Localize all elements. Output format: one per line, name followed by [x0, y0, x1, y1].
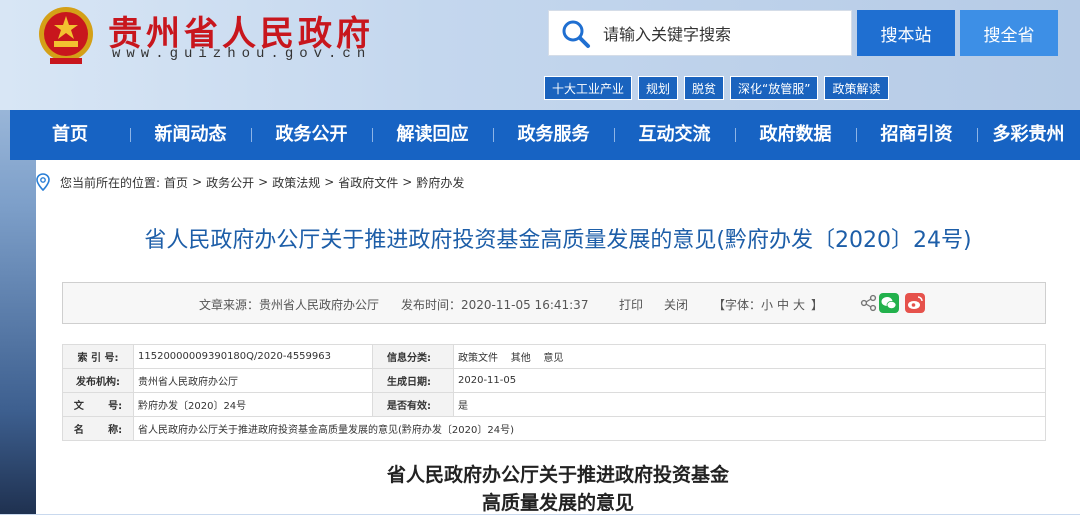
- nav-item-interact[interactable]: 互动交流: [614, 110, 735, 160]
- article-title: 省人民政府办公厅关于推进政府投资基金高质量发展的意见(黔府办发〔2020〕24号…: [144, 228, 972, 253]
- breadcrumb-separator: >: [258, 175, 269, 189]
- document-heading-line1: 省人民政府办公厅关于推进政府投资基金: [386, 464, 729, 486]
- category-label: 信息分类:: [372, 344, 454, 369]
- print-link[interactable]: 打印: [619, 296, 643, 313]
- document-info-table: 索 引 号: 11520000009390180Q/2020-4559963 信…: [62, 344, 1046, 441]
- breadcrumb-separator: >: [324, 175, 335, 189]
- weibo-share-icon[interactable]: [905, 293, 925, 313]
- wechat-share-icon[interactable]: [879, 293, 899, 313]
- national-emblem-icon[interactable]: [36, 4, 96, 68]
- search-icon: [562, 20, 590, 48]
- search-site-button[interactable]: 搜本站: [857, 10, 955, 56]
- font-size-label: 【字体：: [713, 298, 762, 312]
- article-publish-time: 发布时间：2020-11-05 16:41:37: [401, 298, 589, 312]
- date-value: 2020-11-05: [453, 368, 1046, 393]
- breadcrumb-qianfubanfa[interactable]: 黔府办发: [416, 174, 464, 191]
- article-meta-bar: 文章来源：贵州省人民政府办公厅 发布时间：2020-11-05 16:41:37…: [62, 282, 1046, 324]
- table-row: 文 号: 黔府办发〔2020〕24号 是否有效: 是: [62, 392, 1046, 417]
- table-row: 名 称: 省人民政府办公厅关于推进政府投资基金高质量发展的意见(黔府办发〔202…: [62, 416, 1046, 441]
- document-heading-line2: 高质量发展的意见: [481, 492, 634, 514]
- nav-item-investment[interactable]: 招商引资: [856, 110, 977, 160]
- org-label: 发布机构:: [62, 368, 134, 393]
- breadcrumb-home[interactable]: 首页: [164, 174, 188, 191]
- font-size-end: 】: [811, 298, 824, 312]
- index-label: 索 引 号:: [62, 344, 134, 369]
- breadcrumb-separator: >: [192, 175, 203, 189]
- close-link[interactable]: 关闭: [664, 296, 688, 313]
- breadcrumb-separator: >: [402, 175, 413, 189]
- index-value: 11520000009390180Q/2020-4559963: [133, 344, 373, 369]
- main-nav: 首页 新闻动态 政务公开 解读回应 政务服务 互动交流 政府数据 招商引资 多彩…: [10, 110, 1080, 160]
- hot-tag-industry[interactable]: 十大工业产业: [544, 76, 633, 100]
- search-province-button[interactable]: 搜全省: [960, 10, 1058, 56]
- name-value: 省人民政府办公厅关于推进政府投资基金高质量发展的意见(黔府办发〔2020〕24号…: [133, 416, 1046, 441]
- nav-item-gov-open[interactable]: 政务公开: [251, 110, 372, 160]
- table-row: 发布机构: 贵州省人民政府办公厅 生成日期: 2020-11-05: [62, 368, 1046, 393]
- hot-tag-reform[interactable]: 深化“放管服”: [730, 76, 819, 100]
- breadcrumb-province-docs[interactable]: 省政府文件: [338, 174, 398, 191]
- validity-value: 是: [453, 392, 1046, 417]
- org-value: 贵州省人民政府办公厅: [133, 368, 373, 393]
- content-panel: 您当前所在的位置: 首页 > 政务公开 > 政策法规 > 省政府文件 > 黔府办…: [36, 160, 1080, 514]
- nav-item-home[interactable]: 首页: [10, 110, 130, 160]
- nav-item-services[interactable]: 政务服务: [493, 110, 614, 160]
- share-icon[interactable]: [859, 293, 879, 313]
- location-pin-icon: [36, 173, 50, 191]
- name-label: 名 称:: [62, 416, 134, 441]
- search-box: [548, 10, 852, 57]
- nav-item-interpret[interactable]: 解读回应: [372, 110, 493, 160]
- date-label: 生成日期:: [372, 368, 454, 393]
- breadcrumb-gov-open[interactable]: 政务公开: [206, 174, 254, 191]
- breadcrumb: 您当前所在的位置: 首页 > 政务公开 > 政策法规 > 省政府文件 > 黔府办…: [36, 172, 464, 192]
- site-header: 贵州省人民政府 www.guizhou.gov.cn 搜本站 搜全省 十大工业产…: [0, 0, 1080, 110]
- article-source: 文章来源：贵州省人民政府办公厅: [199, 298, 380, 312]
- category-value: 政策文件 其他 意见: [453, 344, 1046, 369]
- hot-tags: 十大工业产业 规划 脱贫 深化“放管服” 政策解读: [544, 76, 889, 100]
- font-large-link[interactable]: 大: [793, 296, 805, 313]
- hot-tag-poverty[interactable]: 脱贫: [684, 76, 725, 100]
- font-medium-link[interactable]: 中: [777, 296, 789, 313]
- table-row: 索 引 号: 11520000009390180Q/2020-4559963 信…: [62, 344, 1046, 369]
- doc-number-value: 黔府办发〔2020〕24号: [133, 392, 373, 417]
- nav-item-colorful-guizhou[interactable]: 多彩贵州: [977, 110, 1080, 160]
- breadcrumb-prefix: 您当前所在的位置:: [60, 175, 161, 190]
- breadcrumb-policy[interactable]: 政策法规: [272, 174, 320, 191]
- site-url: www.guizhou.gov.cn: [112, 46, 372, 62]
- doc-number-label: 文 号:: [62, 392, 134, 417]
- nav-item-data[interactable]: 政府数据: [735, 110, 856, 160]
- hot-tag-policy[interactable]: 政策解读: [824, 76, 889, 100]
- validity-label: 是否有效:: [372, 392, 454, 417]
- search-input[interactable]: [601, 11, 845, 57]
- nav-item-news[interactable]: 新闻动态: [130, 110, 251, 160]
- hot-tag-plan[interactable]: 规划: [638, 76, 679, 100]
- font-small-link[interactable]: 小: [761, 296, 773, 313]
